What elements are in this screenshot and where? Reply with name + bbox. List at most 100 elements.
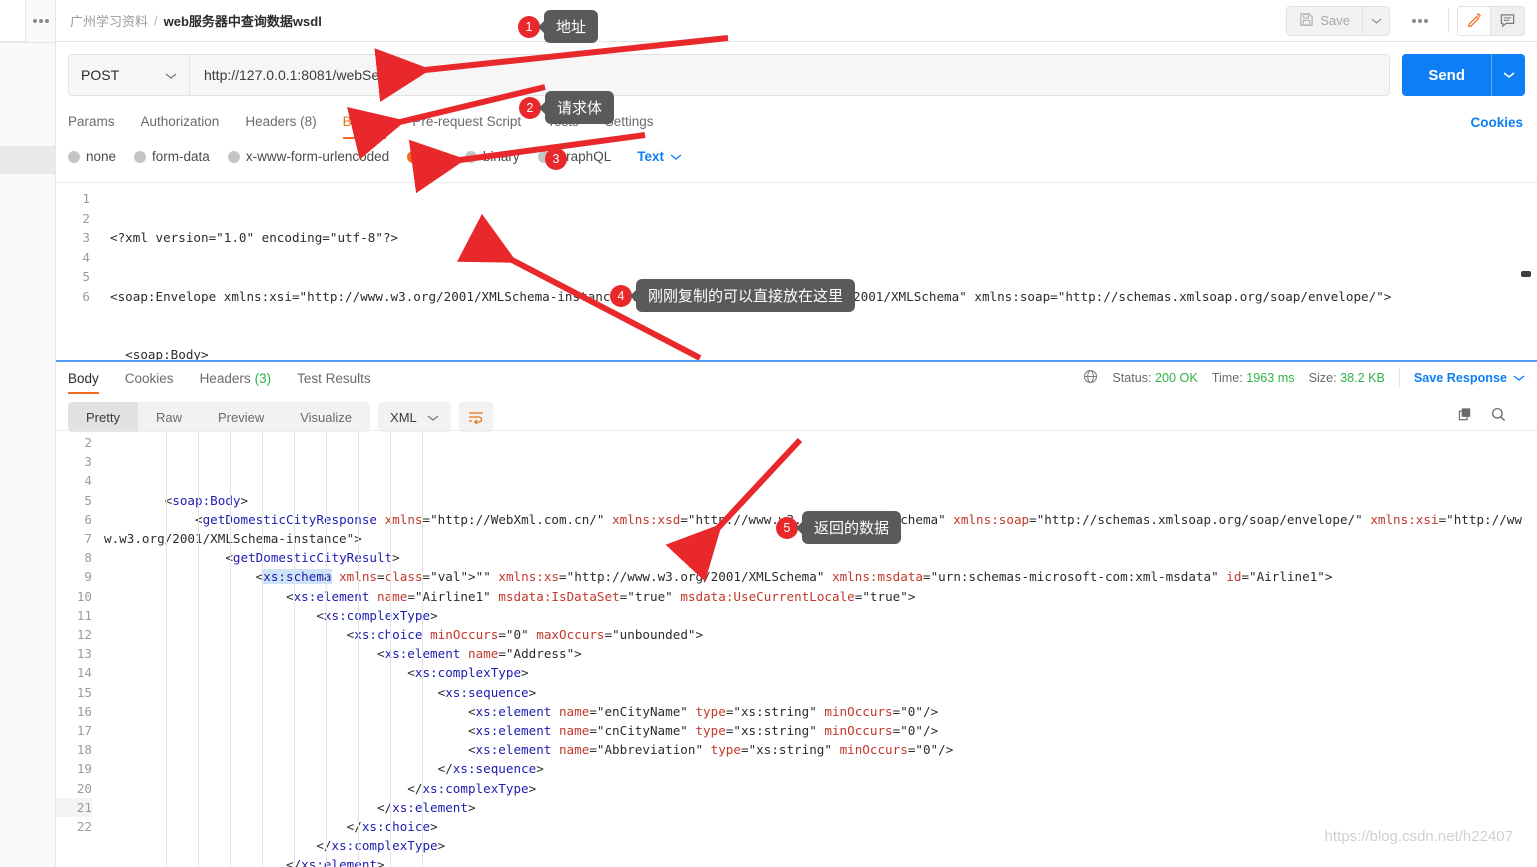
response-tab-cookies[interactable]: Cookies <box>125 362 174 394</box>
status-group: Status: 200 OK <box>1112 371 1197 385</box>
annotation-2-badge: 2 <box>519 96 541 119</box>
tab-authorization[interactable]: Authorization <box>141 106 220 139</box>
code-line: <xs:complexType> <box>407 665 529 681</box>
response-tab-body-label: Body <box>68 370 99 386</box>
line-number: 16 <box>76 703 92 719</box>
line-number: 3 <box>84 454 92 470</box>
body-mode-none-label: none <box>86 149 117 164</box>
code-line: <xs:element name="cnCityName" type="xs:s… <box>467 723 939 739</box>
tab-params-label: Params <box>68 114 115 129</box>
view-mode-pretty-label: Pretty <box>86 409 120 425</box>
rail-active-highlight <box>0 146 56 174</box>
annotation-1-bubble: 地址 <box>537 10 599 43</box>
breadcrumb-parent[interactable]: 广州学习资料 <box>70 11 148 30</box>
pencil-icon[interactable] <box>1457 5 1491 36</box>
annotation-2-bubble: 请求体 <box>538 91 615 124</box>
response-tab-body[interactable]: Body <box>68 362 99 394</box>
annotation-3: 3 <box>545 148 567 170</box>
send-options-caret[interactable] <box>1491 54 1525 96</box>
save-button[interactable]: Save <box>1286 5 1362 36</box>
line-number: 2 <box>82 210 90 226</box>
url-input[interactable]: http://127.0.0.1:8081/webService <box>190 54 1391 96</box>
body-mode-form-data-label: form-data <box>152 149 210 164</box>
request-code-content[interactable]: <?xml version="1.0" encoding="utf-8"?> <… <box>100 183 1537 360</box>
code-line: </xs:complexType> <box>316 838 446 854</box>
response-code-content[interactable]: <soap:Body> <getDomesticCityResponse xml… <box>104 431 1537 867</box>
comment-icon[interactable] <box>1491 5 1525 36</box>
code-line: </xs:sequence> <box>437 761 544 777</box>
line-number: 6 <box>84 511 92 527</box>
line-number: 15 <box>76 684 92 700</box>
request-tabs: Params Authorization Headers (8) Body Pr… <box>56 106 1537 139</box>
response-tab-headers[interactable]: Headers (3) <box>200 362 272 394</box>
annotation-4: 4 刚刚复制的可以直接放在这里 <box>610 279 856 312</box>
body-mode-binary[interactable]: binary <box>464 149 520 164</box>
code-line: <xs:element name="Abbreviation" type="xs… <box>467 742 954 758</box>
response-tab-test-results[interactable]: Test Results <box>297 362 371 394</box>
save-options-caret[interactable] <box>1362 5 1390 36</box>
url-row: POST http://127.0.0.1:8081/webService Se… <box>56 42 1537 96</box>
body-modified-dot-icon <box>379 118 387 125</box>
response-body-editor[interactable]: 2 3 4 5 6 7 8 9 10 11 12 13 14 15 16 17 18 19 20 21 22 <soap… <box>56 430 1537 867</box>
view-mode-pretty[interactable]: Pretty <box>68 402 138 432</box>
tab-pre-request-script[interactable]: Pre-request Script <box>412 106 521 139</box>
response-format-select[interactable]: XML <box>378 402 451 432</box>
response-view-modes: Pretty Raw Preview Visualize <box>68 402 371 432</box>
size-group: Size: 38.2 KB <box>1309 371 1385 385</box>
response-line-numbers: 2 3 4 5 6 7 8 9 10 11 12 13 14 15 16 17 18 19 20 21 22 <box>56 431 104 867</box>
line-number: 14 <box>76 665 92 681</box>
view-mode-visualize[interactable]: Visualize <box>282 402 370 432</box>
line-number: 22 <box>76 819 92 835</box>
line-number: 2 <box>84 435 92 450</box>
body-mode-radios: none form-data x-www-form-urlencoded raw… <box>56 149 1537 164</box>
cookies-link[interactable]: Cookies <box>1470 115 1525 130</box>
code-line: <xs:complexType> <box>316 607 438 623</box>
save-label: Save <box>1320 13 1350 28</box>
save-response-button[interactable]: Save Response <box>1414 371 1525 385</box>
rail-corner-box <box>0 0 26 42</box>
status-value: 200 OK <box>1155 371 1198 385</box>
search-icon[interactable] <box>1490 406 1507 428</box>
request-editor-scrollbar[interactable] <box>1521 183 1531 360</box>
code-line: </xs:element> <box>376 799 476 815</box>
body-mode-urlencoded[interactable]: x-www-form-urlencoded <box>227 149 390 164</box>
response-tab-headers-label: Headers <box>199 370 251 386</box>
left-sidebar-rail <box>0 0 56 867</box>
time-group: Time: 1963 ms <box>1212 371 1295 385</box>
code-line: <soap:Body> <box>164 492 249 508</box>
breadcrumb-current[interactable]: web服务器中查询数据wsdl <box>164 11 322 30</box>
copy-icon[interactable] <box>1457 406 1474 428</box>
word-wrap-icon[interactable] <box>458 402 493 432</box>
request-body-editor[interactable]: 1 2 3 4 5 6 <?xml version="1.0" encoding… <box>56 182 1537 360</box>
code-line: <?xml version="1.0" encoding="utf-8"?> <box>110 230 399 245</box>
tab-body[interactable]: Body <box>342 106 387 139</box>
request-line-numbers: 1 2 3 4 5 6 <box>56 183 100 360</box>
chevron-down-icon <box>165 67 177 83</box>
header-more-icon[interactable] <box>1400 18 1440 23</box>
url-value: http://127.0.0.1:8081/webService <box>204 67 409 83</box>
sidebar-more-icon[interactable] <box>26 10 56 32</box>
tab-headers[interactable]: Headers (8) <box>245 106 316 139</box>
view-mode-raw[interactable]: Raw <box>138 402 200 432</box>
body-mode-form-data[interactable]: form-data <box>134 149 210 164</box>
code-line: <soap:Body> <box>110 347 209 360</box>
view-mode-preview[interactable]: Preview <box>200 402 282 432</box>
send-button[interactable]: Send <box>1402 54 1491 96</box>
annotation-1: 1 地址 <box>518 10 599 43</box>
body-mode-none[interactable]: none <box>68 149 116 164</box>
rail-divider <box>0 42 56 43</box>
method-select[interactable]: POST <box>68 54 190 96</box>
line-number: 19 <box>76 761 92 777</box>
line-number: 3 <box>82 230 90 245</box>
body-mode-urlencoded-label: x-www-form-urlencoded <box>245 149 390 164</box>
raw-type-select[interactable]: Text <box>637 149 682 164</box>
annotation-5-badge: 5 <box>776 516 798 539</box>
postman-window: 广州学习资料 / web服务器中查询数据wsdl Save POST http:… <box>0 0 1537 867</box>
code-line: <xs:schema xmlns=class="val">"" xmlns:xs… <box>255 569 1333 585</box>
globe-icon <box>1083 369 1098 387</box>
tab-params[interactable]: Params <box>68 106 115 139</box>
send-label: Send <box>1428 66 1465 84</box>
body-mode-raw[interactable]: raw <box>407 149 447 164</box>
code-line: <xs:element name="enCityName" type="xs:s… <box>467 703 939 719</box>
line-number: 6 <box>82 288 90 304</box>
